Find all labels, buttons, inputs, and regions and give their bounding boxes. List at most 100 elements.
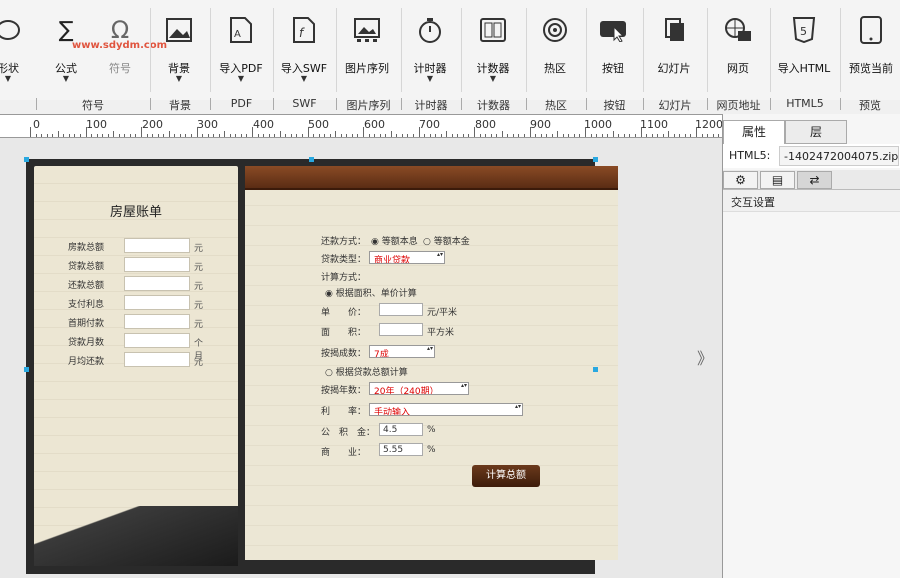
mortgage-select[interactable]: 7成: [369, 345, 435, 358]
webpage-icon: [724, 16, 752, 44]
tool-background[interactable]: 背景 ▼: [156, 0, 202, 92]
bill-value-field[interactable]: [124, 257, 190, 272]
bill-page: 房屋账单 房款总额元 贷款总额元 还款总额元 支付利息元 首期付款元 贷款月数个…: [34, 166, 238, 560]
ruler-tick: [546, 134, 548, 137]
radio-icon: ○: [423, 237, 431, 247]
tool-slideshow[interactable]: 幻灯片: [648, 0, 700, 92]
unit-price-unit: 元/平米: [427, 308, 458, 318]
group-label: 背景: [169, 99, 191, 112]
ruler-tick: [551, 134, 553, 137]
ruler-tick: [634, 134, 636, 137]
bill-value-field[interactable]: [124, 295, 190, 310]
repay-option-2[interactable]: ○ 等额本金: [423, 234, 470, 247]
tool-counter[interactable]: 计数器 ▼: [466, 0, 520, 92]
ruler-tick: [701, 134, 703, 137]
ruler-tick: [274, 134, 276, 137]
bill-value-field[interactable]: [124, 314, 190, 329]
selection-handle[interactable]: [24, 157, 29, 162]
tool-image-sequence[interactable]: 图片序列: [340, 0, 394, 92]
calc-option-2[interactable]: ○ 根据贷款总额计算: [325, 365, 408, 378]
group-label: 符号: [82, 99, 104, 112]
tool-symbol[interactable]: Ω 符号: [98, 0, 142, 92]
tool-formula[interactable]: ∑ 公式 ▼: [44, 0, 88, 92]
ruler-tick: [474, 127, 475, 137]
ruler-tick: [612, 131, 614, 137]
calculate-total-button[interactable]: 计算总额: [472, 465, 540, 487]
tool-timer[interactable]: 计时器 ▼: [405, 0, 455, 92]
tab-layers[interactable]: 层: [785, 120, 847, 144]
bill-row-label: 支付利息: [68, 300, 105, 310]
rate-select[interactable]: 手动输入: [369, 403, 523, 416]
repay-option-1[interactable]: ◉ 等额本息: [371, 234, 418, 247]
ruler-tick: [57, 131, 59, 137]
ruler-tick: [213, 134, 215, 137]
area-input[interactable]: [379, 323, 423, 336]
tool-import-html[interactable]: 5 导入HTML: [774, 0, 834, 92]
tool-webpage[interactable]: 网页: [712, 0, 764, 92]
ruler-label: 400: [253, 118, 274, 131]
interaction-icon[interactable]: ⇄: [797, 171, 832, 189]
ruler-tick: [307, 127, 309, 137]
ruler-tick: [407, 134, 409, 137]
ribbon-group-labels: 符号 背景 PDF SWF 图片序列 计时器 计数器 热区 按钮 幻灯片 网页地…: [0, 96, 900, 114]
bill-value-field[interactable]: [124, 238, 190, 253]
group-label: 预览: [859, 99, 881, 112]
group-label: 网页地址: [716, 99, 761, 112]
ruler-tick: [91, 134, 93, 137]
loan-type-select[interactable]: 商业贷款: [369, 251, 445, 264]
ruler-tick: [329, 134, 331, 137]
tool-preview[interactable]: 预览当前: [844, 0, 898, 92]
unit-price-input[interactable]: [379, 303, 423, 316]
gear-icon[interactable]: ⚙: [723, 171, 758, 189]
repay-method-label: 还款方式：: [321, 237, 367, 247]
commercial-rate-input[interactable]: 5.55: [379, 443, 423, 456]
bill-value-field[interactable]: [124, 276, 190, 291]
selection-handle[interactable]: [593, 367, 598, 372]
ruler-tick: [135, 134, 137, 137]
years-select[interactable]: 20年（240期）: [369, 382, 469, 395]
calc-option-1[interactable]: ◉ 根据面积、单价计算: [325, 286, 417, 299]
bill-value-field[interactable]: [124, 352, 190, 367]
tool-import-swf[interactable]: f 导入SWF ▼: [277, 0, 331, 92]
ruler-label: 100: [86, 118, 107, 131]
ruler-tick: [190, 134, 192, 137]
bill-row-unit: 元: [194, 244, 204, 254]
ruler-label: 900: [530, 118, 551, 131]
tool-button[interactable]: 按钮: [590, 0, 636, 92]
html5-value-field[interactable]: -1402472004075.zip: [779, 146, 899, 166]
bill-value-field[interactable]: [124, 333, 190, 348]
panel-expand-icon[interactable]: 》: [697, 345, 713, 369]
ruler-label: 1100: [640, 118, 668, 131]
rate-label: 利 率：: [321, 407, 367, 417]
svg-text:f: f: [299, 26, 305, 40]
ruler-tick: [285, 134, 287, 137]
tool-import-pdf[interactable]: A 导入PDF ▼: [214, 0, 268, 92]
ruler-label: 300: [197, 118, 218, 131]
group-label: SWF: [292, 97, 317, 110]
bill-row-label: 贷款总额: [68, 262, 105, 272]
selection-handle[interactable]: [309, 157, 314, 162]
ruler-tick: [601, 134, 603, 137]
ruler-tick: [623, 134, 625, 137]
ruler-tick: [462, 134, 464, 137]
ruler-tick: [257, 134, 259, 137]
ruler-tick: [429, 134, 431, 137]
tool-hotspot[interactable]: 热区: [530, 0, 580, 92]
swf-icon: f: [290, 16, 318, 44]
panel-tabs: 属性 层: [723, 120, 900, 144]
provident-rate-input[interactable]: 4.5: [379, 423, 423, 436]
tool-shape[interactable]: 形状 ▼: [0, 0, 26, 92]
design-canvas[interactable]: 房屋账单 房款总额元 贷款总额元 还款总额元 支付利息元 首期付款元 贷款月数个…: [0, 138, 722, 578]
ruler-tick: [690, 134, 692, 137]
group-label: 图片序列: [346, 99, 391, 112]
selection-handle[interactable]: [24, 367, 29, 372]
ruler-tick: [340, 134, 342, 137]
film-icon[interactable]: ▤: [760, 171, 795, 189]
ruler-tick: [185, 134, 187, 137]
ruler-tick: [46, 134, 48, 137]
tab-properties[interactable]: 属性: [723, 120, 785, 144]
mortgage-calculator-stage[interactable]: 房屋账单 房款总额元 贷款总额元 还款总额元 支付利息元 首期付款元 贷款月数个…: [26, 159, 618, 574]
selection-handle[interactable]: [593, 157, 598, 162]
ruler-tick: [363, 127, 364, 137]
ruler-tick: [512, 134, 514, 137]
